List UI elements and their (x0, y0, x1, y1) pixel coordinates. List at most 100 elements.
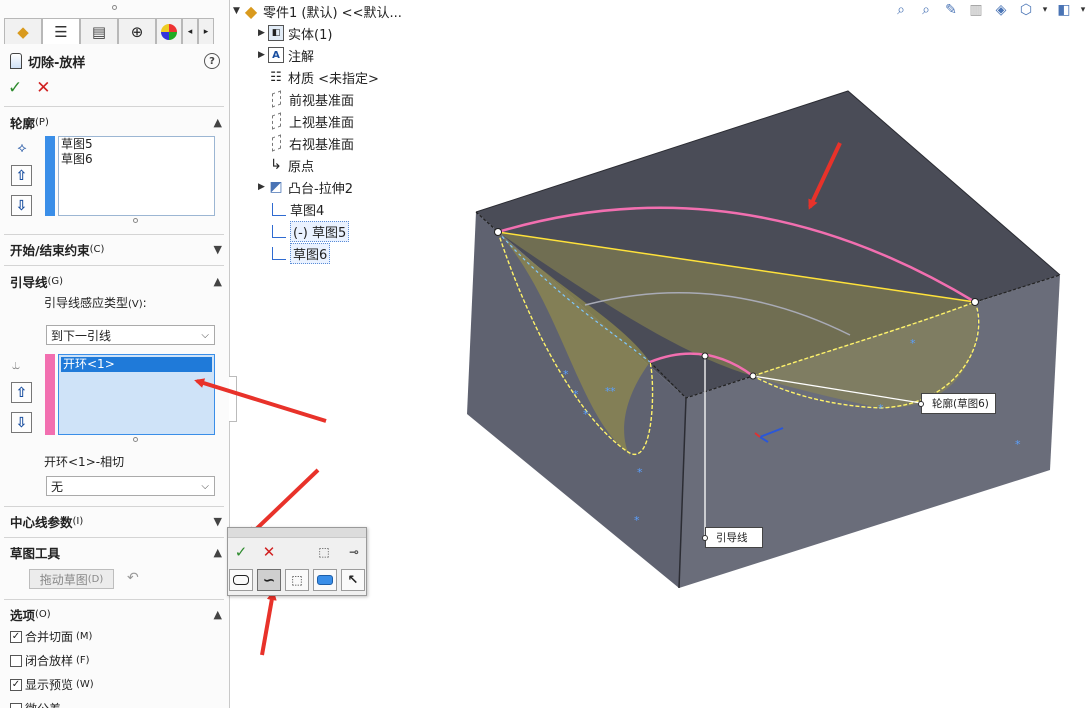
tangency-value: 无 (51, 479, 64, 494)
property-manager-tab[interactable]: ☰ (42, 18, 80, 44)
deselect-button[interactable]: ⬚ (312, 541, 336, 563)
pin-button[interactable]: ⊸ (342, 541, 366, 563)
start-end-section-header[interactable]: 开始/结束约束 (C) ▼ (10, 240, 222, 258)
panel-grip[interactable] (0, 0, 229, 14)
centerline-section-header[interactable]: 中心线参数 (I) ▼ (10, 512, 222, 530)
annotation-arrow (260, 590, 277, 656)
feature-manager-icon: ◆ (17, 22, 29, 41)
solid-bodies-icon: ◧ (268, 25, 284, 41)
dynamic-annotation-icon[interactable]: ◈ (990, 0, 1012, 20)
option-label: 合并切面 (25, 630, 74, 644)
profile-callout[interactable]: 轮廓(草图6) (918, 393, 996, 414)
tree-root[interactable]: ▼ ◆ 零件1 (默认) <<默认... (233, 1, 402, 21)
tree-item-sketch6[interactable]: 草图6 (272, 242, 331, 264)
confirm-ok-button[interactable]: ✓ (229, 541, 253, 563)
tree-item-annotations[interactable]: ▶ A 注解 (258, 45, 314, 65)
tree-item-label: 草图6 (290, 242, 331, 264)
guide-influence-select[interactable]: 到下一引线 ⌵ (46, 325, 215, 345)
extrude-icon: ◩ (269, 179, 283, 195)
divider (4, 265, 224, 266)
configuration-manager-tab[interactable]: ▤ (80, 18, 118, 44)
sketch-tools-section-header[interactable]: 草图工具 ▲ (10, 543, 222, 561)
micro-tolerance-checkbox[interactable]: 微公差 (10, 700, 61, 708)
guide-curve-icon: ⥿ (12, 357, 20, 373)
zoom-to-area-icon[interactable]: ⌕ (915, 0, 937, 20)
help-icon: ? (209, 55, 215, 67)
dimxpert-manager-tab[interactable]: ⊕ (118, 18, 156, 44)
profile-leader-line (752, 375, 922, 404)
open-loop-button[interactable]: ∽ (257, 569, 281, 591)
cancel-button[interactable]: ✕ (36, 78, 50, 98)
panel-splitter-handle[interactable] (229, 376, 237, 422)
chevron-right-icon[interactable]: ▶ (258, 28, 268, 38)
chevron-right-icon[interactable]: ▶ (258, 50, 268, 60)
undo-icon[interactable]: ↶ (127, 570, 139, 586)
list-item[interactable]: 草图5 (59, 137, 214, 152)
section-view-icon[interactable]: ▥ (965, 0, 987, 20)
chevron-down-icon[interactable]: ▾ (1078, 0, 1088, 20)
tree-item-top-plane[interactable]: 上视基准面 (268, 111, 354, 131)
guides-section-header[interactable]: 引导线 (G) ▲ (10, 272, 222, 290)
help-button[interactable]: ? (204, 53, 220, 69)
profile-list[interactable]: 草图5 草图6 (58, 136, 215, 216)
pin-icon: ⊸ (348, 545, 360, 559)
move-up-button[interactable]: ⇧ (11, 165, 32, 186)
drag-sketch-button[interactable]: 拖动草图 (D) (29, 569, 114, 589)
drag-sketch-shortcut: (D) (87, 573, 104, 585)
cursor-button[interactable]: ↖ (341, 569, 365, 591)
divider (4, 106, 224, 107)
face-select-icon (317, 575, 333, 585)
svg-text:*: * (583, 408, 589, 421)
chevron-right-icon[interactable]: ▶ (258, 182, 268, 192)
tree-item-sketch5[interactable]: (-) 草图5 (272, 220, 350, 242)
tab-scroll-right[interactable]: ▸ (198, 18, 214, 44)
checkbox-checked-icon: ✓ (10, 630, 22, 643)
list-item[interactable]: 开环<1> (61, 357, 212, 372)
tree-item-right-plane[interactable]: 右视基准面 (268, 133, 354, 153)
face-select-button[interactable] (313, 569, 337, 591)
closed-loop-button[interactable] (229, 569, 253, 591)
options-section-header[interactable]: 选项 (O) ▲ (10, 605, 222, 623)
list-item[interactable]: 草图6 (59, 152, 214, 167)
tree-item-label: 注解 (288, 49, 315, 65)
guide-move-up-button[interactable]: ⇧ (11, 382, 32, 403)
zoom-to-fit-icon[interactable]: ⌕ (890, 0, 912, 20)
loft-preview-surface (498, 232, 978, 409)
tree-item-sketch4[interactable]: 草图4 (272, 199, 324, 219)
confirm-cancel-button[interactable]: ✕ (257, 541, 281, 563)
model-left-face (467, 212, 686, 588)
feature-manager-tab[interactable]: ◆ (4, 18, 42, 44)
tree-item-solid-bodies[interactable]: ▶ ◧ 实体(1) (258, 23, 332, 43)
merge-faces-checkbox[interactable]: ✓ 合并切面 (M) (10, 628, 92, 645)
tangency-select[interactable]: 无 ⌵ (46, 476, 215, 496)
previous-view-icon[interactable]: ✎ (940, 0, 962, 20)
tree-item-boss-extrude2[interactable]: ▶ ◩ 凸台-拉伸2 (258, 177, 353, 197)
profile-section-header[interactable]: 轮廓 (P) ▲ (10, 113, 222, 131)
centerline-heading: 中心线参数 (10, 514, 73, 530)
select-region-button[interactable]: ⬚ (285, 569, 309, 591)
model-dashed-edge (974, 274, 1061, 303)
list-resize-handle[interactable] (133, 218, 138, 223)
guide-list[interactable]: 开环<1> (58, 354, 215, 435)
display-style-icon[interactable]: ◧ (1053, 0, 1075, 20)
toolbar-drag-bar[interactable] (228, 528, 366, 538)
tree-item-label: 凸台-拉伸2 (288, 181, 353, 197)
arrow-down-icon: ⇩ (15, 197, 28, 214)
tree-item-origin[interactable]: ↳ 原点 (268, 155, 314, 175)
move-down-button[interactable]: ⇩ (11, 195, 32, 216)
option-shortcut: (M) (76, 631, 93, 642)
chevron-down-icon[interactable]: ▼ (233, 6, 243, 16)
ok-button[interactable]: ✓ (8, 78, 22, 98)
view-orientation-icon[interactable]: ⬡ (1015, 0, 1037, 20)
list-resize-handle[interactable] (133, 437, 138, 442)
guide-move-down-button[interactable]: ⇩ (11, 412, 32, 433)
show-preview-checkbox[interactable]: ✓ 显示预览 (W) (10, 676, 94, 693)
tree-item-material[interactable]: ☷ 材质 <未指定> (268, 67, 379, 87)
guide-callout[interactable]: 引导线 (702, 527, 763, 548)
chevron-down-icon[interactable]: ▾ (1040, 0, 1050, 20)
display-manager-tab[interactable] (156, 18, 182, 44)
close-loft-checkbox[interactable]: 闭合放样 (F) (10, 652, 90, 669)
tab-scroll-left[interactable]: ◂ (182, 18, 198, 44)
guide-path (497, 231, 654, 456)
tree-item-front-plane[interactable]: 前视基准面 (268, 89, 354, 109)
